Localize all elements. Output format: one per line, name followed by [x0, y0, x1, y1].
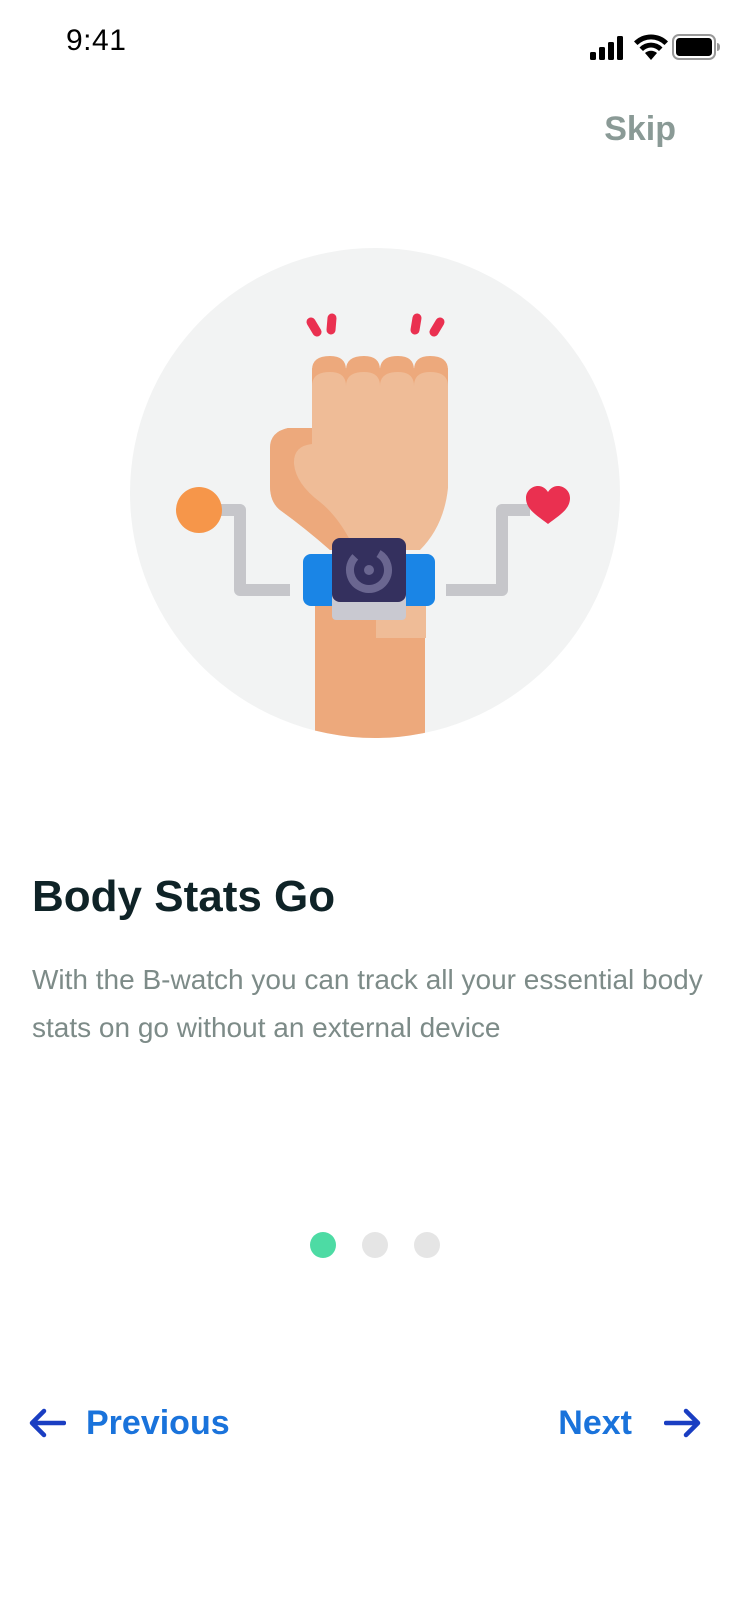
page-dot-2[interactable] [362, 1232, 388, 1258]
wifi-icon [634, 34, 668, 60]
next-button[interactable]: Next [558, 1398, 702, 1448]
hero-illustration [130, 248, 620, 738]
battery-icon [672, 34, 720, 60]
signal-icon [590, 36, 623, 60]
previous-label: Previous [86, 1403, 230, 1442]
status-time: 9:41 [66, 24, 127, 57]
next-label: Next [558, 1403, 632, 1442]
status-bar: 9:41 [0, 0, 750, 88]
orange-dot-icon [176, 487, 222, 533]
status-icons [580, 30, 720, 62]
page-dot-1[interactable] [310, 1232, 336, 1258]
arrow-right-icon [664, 1408, 701, 1438]
skip-button[interactable]: Skip [604, 110, 676, 149]
page-indicator [0, 1232, 750, 1258]
previous-button[interactable]: Previous [28, 1398, 230, 1448]
page-title: Body Stats Go [32, 872, 336, 921]
page-description: With the B-watch you can track all your … [32, 964, 703, 1043]
arrow-left-icon [29, 1408, 66, 1438]
smartwatch-wrist-illustration [130, 248, 620, 738]
page-dot-3[interactable] [414, 1232, 440, 1258]
